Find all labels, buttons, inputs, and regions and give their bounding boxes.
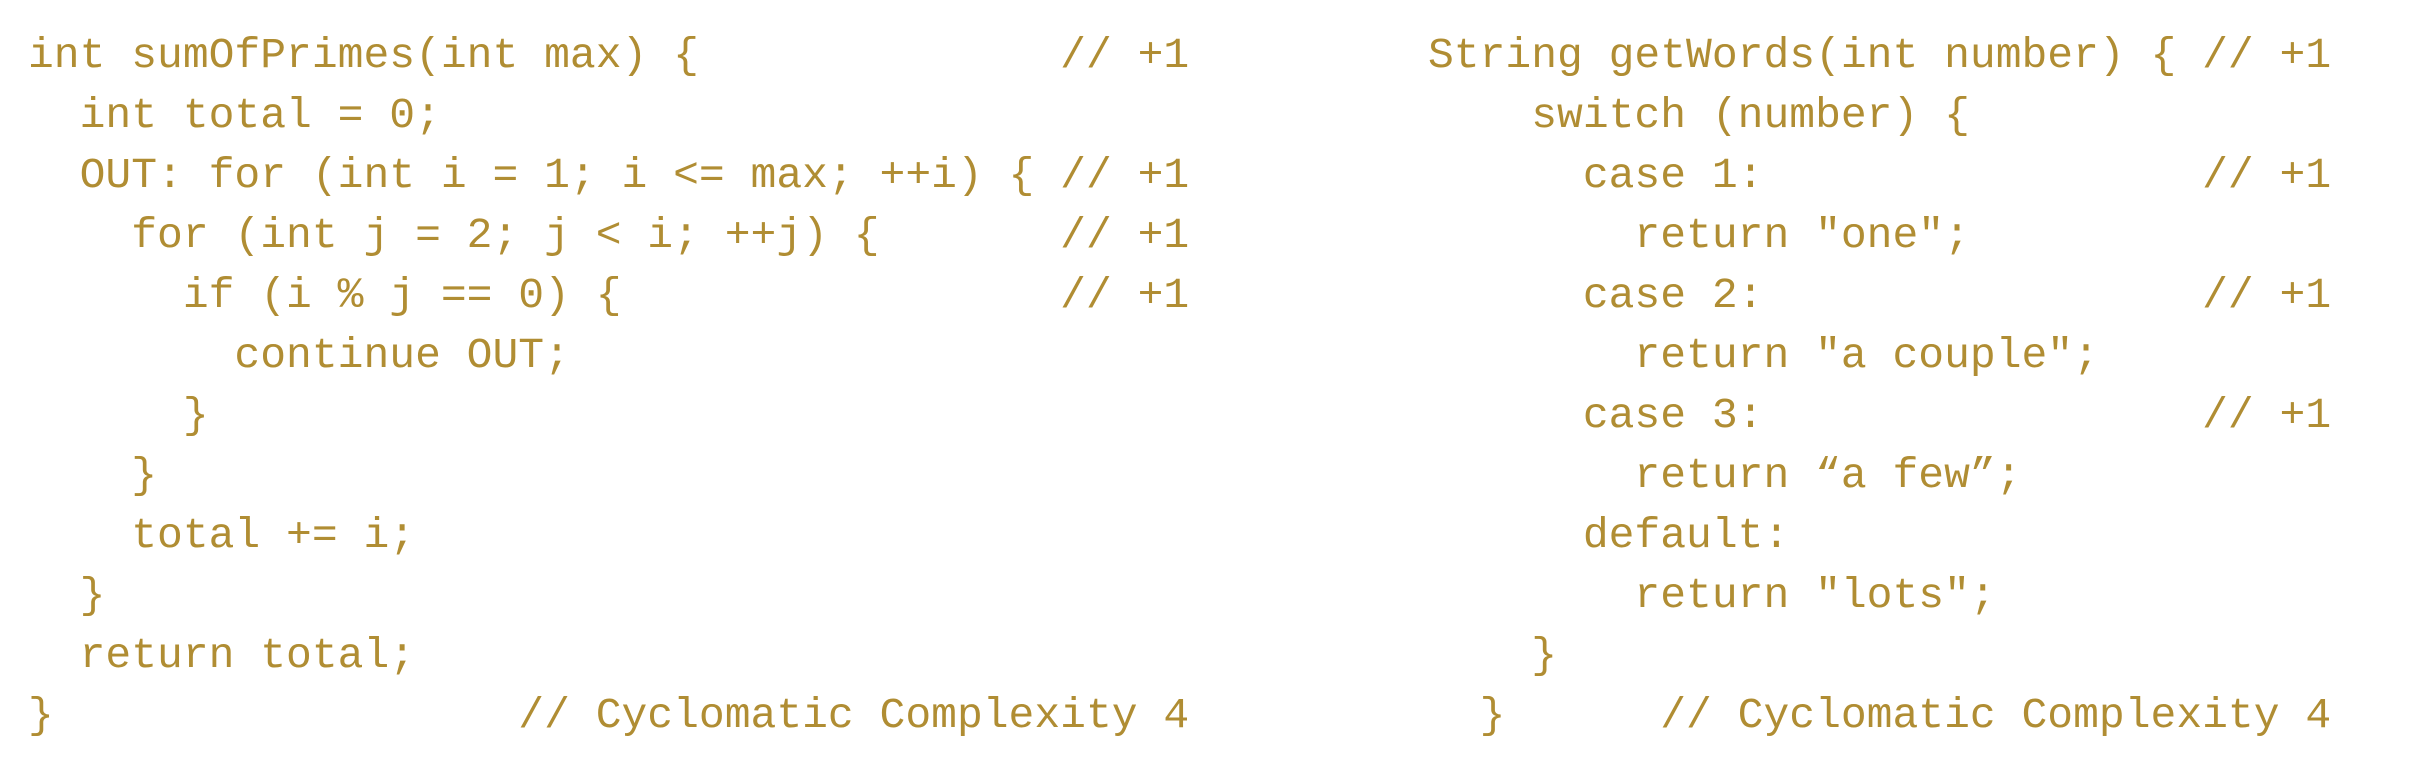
code-line: } [28,391,209,440]
code-line: } [28,451,158,500]
code-line: case 3: // +1 [1428,391,2332,440]
code-line: } [1428,631,1558,680]
code-line: total += i; [28,511,416,560]
code-line: int total = 0; [28,91,441,140]
code-line: return "lots"; [1428,571,1996,620]
code-line: continue OUT; [28,331,570,380]
code-line: } // Cyclomatic Complexity 4 [28,691,1190,740]
code-line: return "a couple"; [1428,331,2099,380]
code-line: String getWords(int number) { // +1 [1428,31,2332,80]
code-line: case 1: // +1 [1428,151,2332,200]
code-line: } // Cyclomatic Complexity 4 [1428,691,2332,740]
get-words-code: String getWords(int number) { // +1 swit… [1428,26,2331,746]
code-line: if (i % j == 0) { // +1 [28,271,1190,320]
code-line: OUT: for (int i = 1; i <= max; ++i) { //… [28,151,1190,200]
code-line: case 2: // +1 [1428,271,2332,320]
code-line: for (int j = 2; j < i; ++j) { // +1 [28,211,1190,260]
code-line: return "one"; [1428,211,1970,260]
code-line: switch (number) { [1428,91,1970,140]
code-line: return “a few”; [1428,451,2022,500]
code-line: int sumOfPrimes(int max) { // +1 [28,31,1190,80]
code-line: return total; [28,631,416,680]
sum-of-primes-code: int sumOfPrimes(int max) { // +1 int tot… [28,26,1189,746]
code-line: default: [1428,511,1790,560]
code-line: } [28,571,106,620]
